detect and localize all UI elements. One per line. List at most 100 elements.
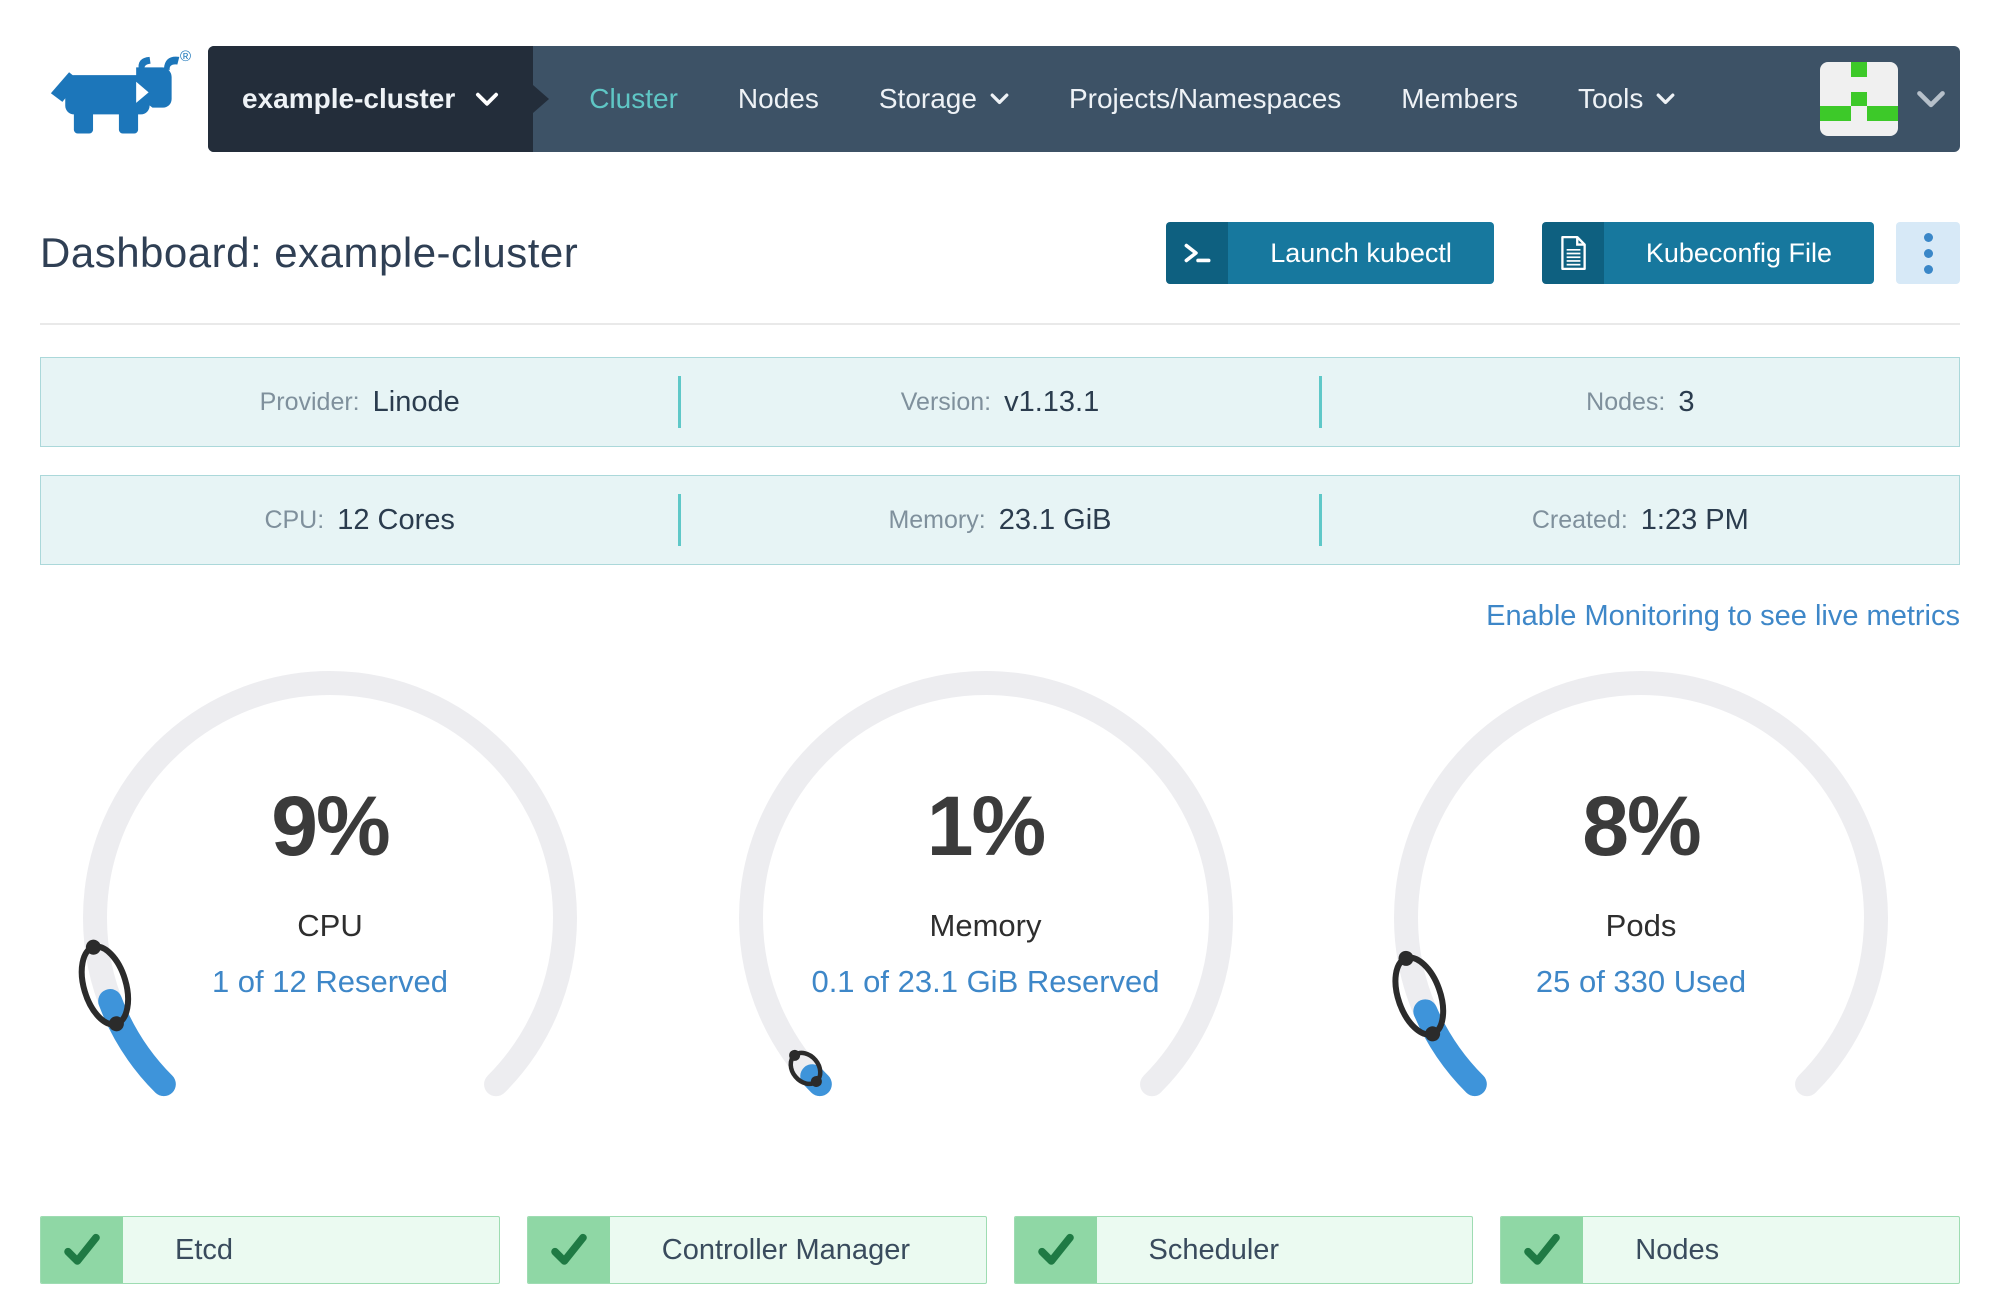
more-actions-button[interactable] <box>1896 222 1960 284</box>
info-label: Memory: <box>888 505 986 534</box>
status-badge-controller-manager: Controller Manager <box>526 1216 987 1284</box>
dot <box>1923 232 1933 242</box>
info-value: Linode <box>372 385 460 418</box>
dot <box>1923 264 1933 274</box>
enable-monitoring-link[interactable]: Enable Monitoring to see live metrics <box>1486 600 1960 633</box>
check-icon <box>1014 1217 1097 1283</box>
info-value: 23.1 GiB <box>998 503 1112 536</box>
identicon-cell-off <box>1836 77 1852 92</box>
nav-item-label: Members <box>1401 83 1518 114</box>
gauge-title: Memory <box>929 908 1042 943</box>
status-badge-nodes: Nodes <box>1500 1216 1960 1284</box>
info-label: CPU: <box>264 505 325 534</box>
terminal-icon <box>1166 222 1229 284</box>
identicon-cell-off <box>1882 77 1898 92</box>
info-value: 3 <box>1678 385 1695 418</box>
check-icon <box>527 1217 610 1283</box>
identicon-cell-on <box>1866 106 1883 122</box>
dot <box>1923 248 1933 258</box>
identicon-cell-on <box>1882 106 1898 122</box>
gauge-title: Pods <box>1605 908 1677 943</box>
info-label: Provider: <box>259 387 360 416</box>
info-cell-memory: Memory: 23.1 GiB <box>681 476 1318 564</box>
identicon-cell-off <box>1882 92 1898 107</box>
page-title: Dashboard: example-cluster <box>40 229 579 276</box>
cluster-selector[interactable]: example-cluster <box>208 46 534 152</box>
nav-item-storage[interactable]: Storage <box>849 83 1039 115</box>
cluster-info-bar-bottom: CPU: 12 Cores Memory: 23.1 GiB Created: 1:23 … <box>40 475 1960 565</box>
identicon-cell-off <box>1867 62 1883 77</box>
chevron-down-icon[interactable] <box>1916 90 1946 109</box>
gauge-memory: 1% Memory 0.1 of 23.1 GiB Reserved <box>734 666 1238 1170</box>
info-value: v1.13.1 <box>1004 385 1100 418</box>
gauge-pods: 8% Pods 25 of 330 Used <box>1389 666 1893 1170</box>
identicon-cell-off <box>1867 121 1883 136</box>
check-icon <box>1501 1217 1584 1283</box>
info-label: Version: <box>900 387 992 416</box>
nav-item-label: Nodes <box>737 83 819 114</box>
info-label: Created: <box>1531 505 1628 534</box>
nav-item-projects-namespaces[interactable]: Projects/Namespaces <box>1039 83 1371 115</box>
info-cell-created: Created: 1:23 PM <box>1322 476 1959 564</box>
identicon-cell-off <box>1836 92 1852 107</box>
gauge-detail: 25 of 330 Used <box>1535 964 1747 999</box>
identicon-cell-off <box>1820 77 1836 92</box>
nav-right <box>1820 62 1960 136</box>
status-badge-scheduler: Scheduler <box>1013 1216 1474 1284</box>
identicon-cell-off <box>1867 92 1883 107</box>
kubeconfig-file-button[interactable]: Kubeconfig File <box>1541 222 1874 284</box>
identicon-cell-off <box>1851 77 1867 92</box>
identicon-cell-off <box>1867 77 1883 92</box>
info-cell-cpu: CPU: 12 Cores <box>41 476 678 564</box>
nav-item-label: Tools <box>1577 83 1644 114</box>
identicon-cell-off <box>1820 62 1836 77</box>
gauge-percent: 8% <box>1582 779 1701 873</box>
identicon-cell-off <box>1836 121 1852 136</box>
nav-item-label: Cluster <box>589 83 678 114</box>
nav-items: Cluster Nodes Storage Projects/Namespaces Me… <box>559 83 1705 115</box>
identicon-cell-off <box>1882 121 1898 136</box>
nav-item-tools[interactable]: Tools <box>1548 83 1705 115</box>
launch-kubectl-button[interactable]: Launch kubectl <box>1166 222 1494 284</box>
identicon-cell-off <box>1851 121 1867 136</box>
nav-item-nodes[interactable]: Nodes <box>708 83 849 115</box>
top-navigation: ® example-cluster Cluster Nodes Storage Pro… <box>40 46 1960 152</box>
status-badge-label: Scheduler <box>1148 1233 1280 1266</box>
gauges-row: 9% CPU 1 of 12 Reserved 1% Memory 0.1 of 23.1… <box>78 666 1893 1170</box>
nav-item-label: Storage <box>878 83 977 114</box>
nav-item-label: Projects/Namespaces <box>1068 83 1342 114</box>
gauge-detail: 0.1 of 23.1 GiB Reserved <box>811 964 1160 999</box>
identicon-cell-on <box>1820 106 1836 122</box>
nav-item-members[interactable]: Members <box>1371 83 1548 115</box>
gauge-title: CPU <box>297 908 363 943</box>
gauge-cpu: 9% CPU 1 of 12 Reserved <box>78 666 582 1170</box>
chevron-down-icon <box>475 92 499 107</box>
identicon-cell-off <box>1820 92 1836 107</box>
file-icon <box>1541 222 1604 284</box>
launch-kubectl-label: Launch kubectl <box>1228 222 1494 284</box>
page-header: Dashboard: example-cluster Launch kubect… <box>40 222 1960 284</box>
rancher-logo[interactable]: ® <box>40 46 208 152</box>
info-cell-provider: Provider: Linode <box>41 358 678 446</box>
identicon-cell-on <box>1851 91 1867 107</box>
gauge-text: 9% CPU 1 of 12 Reserved <box>78 666 582 1170</box>
kubeconfig-file-label: Kubeconfig File <box>1603 222 1874 284</box>
nav-item-cluster[interactable]: Cluster <box>559 83 708 115</box>
gauge-detail: 1 of 12 Reserved <box>211 964 449 999</box>
status-badge-label: Nodes <box>1635 1233 1720 1266</box>
avatar[interactable] <box>1820 62 1898 136</box>
info-value: 12 Cores <box>337 503 455 536</box>
chevron-down-icon <box>1656 93 1675 105</box>
status-badge-label: Controller Manager <box>661 1233 910 1266</box>
gauge-percent: 1% <box>926 779 1046 873</box>
gauge-text: 8% Pods 25 of 330 Used <box>1389 666 1893 1170</box>
identicon-cell-on <box>1851 62 1867 77</box>
trademark-symbol: ® <box>180 48 192 65</box>
identicon-cell-off <box>1851 106 1867 121</box>
rancher-cow-icon <box>50 56 180 134</box>
divider <box>40 323 1960 325</box>
info-label: Nodes: <box>1586 387 1666 416</box>
gauge-text: 1% Memory 0.1 of 23.1 GiB Reserved <box>734 666 1238 1170</box>
identicon-cell-off <box>1820 121 1836 136</box>
cluster-info-bar-top: Provider: Linode Version: v1.13.1 Nodes: 3 <box>40 357 1960 447</box>
